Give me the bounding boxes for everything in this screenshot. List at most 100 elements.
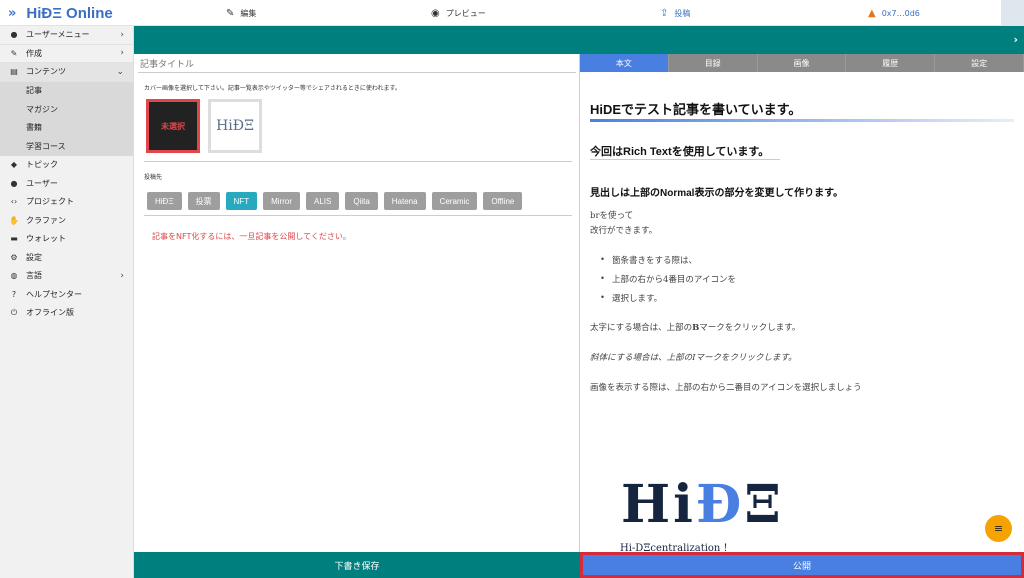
destination-button-hide[interactable]: HiĐΞ — [147, 192, 182, 210]
sidebar-item-user-menu[interactable]: ● ユーザーメニュー › — [0, 26, 133, 45]
settings-icon: ⚙ — [10, 252, 18, 262]
save-draft-button[interactable]: 下書き保存 — [134, 552, 580, 578]
sidebar-item-label: ヘルプセンター — [26, 289, 82, 299]
destination-button-nft[interactable]: NFT — [225, 192, 258, 210]
crowdfund-icon: ✋ — [9, 215, 19, 225]
sidebar-item-settings[interactable]: ⚙ 設定 — [0, 248, 133, 267]
upload-icon: ⇪ — [660, 7, 669, 19]
sidebar-sub-magazines[interactable]: マガジン — [0, 100, 133, 119]
article-title-input[interactable] — [138, 57, 576, 73]
tab-settings[interactable]: 設定 — [935, 54, 1024, 72]
sidebar-item-label: 作成 — [26, 48, 42, 58]
sidebar-sub-courses[interactable]: 学習コース — [0, 137, 133, 156]
list-item-text: 上部の右から4番目のアイコンを — [612, 275, 737, 285]
wallet-address[interactable]: ▲ 0x7…0d6 — [868, 5, 920, 21]
app-root: » HiĐΞ Online ✎ 編集 ◉ プレビュー ⇪ 投稿 ▲ 0x7…0d… — [0, 0, 1024, 578]
divider — [144, 215, 572, 216]
tab-history[interactable]: 履歴 — [846, 54, 936, 72]
brand-name[interactable]: HiĐΞ Online — [26, 5, 112, 22]
list-item-text: 選択します。 — [612, 294, 663, 304]
nav-preview[interactable]: ◉ プレビュー — [431, 5, 486, 21]
sidebar-sub-articles[interactable]: 記事 — [0, 81, 133, 100]
logo[interactable]: » HiĐΞ Online — [8, 3, 113, 23]
editor-header-bar: › — [134, 26, 1024, 54]
destination-buttons: HiĐΞ 投票 NFT Mirror ALIS Qiita Hatena Cer… — [147, 192, 528, 210]
sidebar: ● ユーザーメニュー › ✎ 作成 › ▤ コンテンツ ⌄ 記事 マガジン 書籍… — [0, 26, 134, 578]
list-item-text: 箇条書きをする際は、 — [612, 256, 698, 266]
floating-menu-button[interactable]: ≡ — [985, 515, 1012, 542]
wallet-icon: ▬ — [10, 234, 18, 244]
divider — [144, 161, 572, 162]
bold-post: マークをクリックします。 — [699, 323, 801, 333]
article-paragraph: 改行ができます。 — [590, 226, 658, 236]
edit-icon: ✎ — [226, 7, 235, 19]
globe-icon: ◍ — [10, 271, 18, 281]
sidebar-item-topics[interactable]: ◆ トピック — [0, 156, 133, 175]
destination-label: 投稿先 — [144, 174, 163, 181]
destination-button-mirror[interactable]: Mirror — [263, 192, 300, 210]
power-icon: ⏻ — [10, 307, 18, 317]
article-image-caption: Hi-DΞcentralization ! — [620, 543, 728, 552]
chevron-right-icon[interactable]: › — [1013, 33, 1018, 46]
sidebar-item-language[interactable]: ◍ 言語 › — [0, 267, 133, 286]
article-preview-panel: 本文 目録 画像 履歴 設定 HiDEでテスト記事を書いています。 今回はRic… — [580, 54, 1024, 552]
nav-post[interactable]: ⇪ 投稿 — [660, 5, 690, 21]
destination-button-qiita[interactable]: Qiita — [345, 192, 378, 210]
article-heading-1: HiDEでテスト記事を書いています。 — [590, 102, 802, 117]
menu-toggle-icon[interactable]: » — [8, 6, 17, 21]
logo-text-right: Ξ — [744, 474, 784, 535]
code-icon: ‹› — [10, 197, 18, 207]
sidebar-item-label: 言語 — [26, 271, 42, 281]
cover-option-unselected[interactable]: 未選択 — [146, 99, 200, 153]
sidebar-item-label: トピック — [26, 160, 58, 170]
bold-pre: 太字にする場合は、上部の — [590, 323, 693, 333]
sidebar-item-help[interactable]: ? ヘルプセンター — [0, 285, 133, 304]
destination-button-vote[interactable]: 投票 — [187, 192, 220, 210]
eye-icon: ◉ — [431, 7, 440, 19]
sidebar-item-wallet[interactable]: ▬ ウォレット — [0, 230, 133, 249]
sidebar-item-projects[interactable]: ‹› プロジェクト — [0, 193, 133, 212]
tab-toc[interactable]: 目録 — [668, 54, 758, 72]
sidebar-item-label: クラファン — [26, 215, 66, 225]
tab-images[interactable]: 画像 — [757, 54, 847, 72]
post-settings-panel: カバー画像を選択して下さい。記事一覧表示やツイッター等でシェアされるときに使われ… — [134, 54, 580, 552]
list-item: 上部の右から4番目のアイコンを — [600, 273, 736, 285]
sidebar-item-crowdfunding[interactable]: ✋ クラファン — [0, 211, 133, 230]
preview-tabs: 本文 目録 画像 履歴 設定 — [580, 54, 1024, 72]
article-paragraph-italic: 斜体にする場合は、上部のIマークをクリックします。 — [590, 353, 797, 363]
sidebar-item-users[interactable]: ● ユーザー — [0, 174, 133, 193]
content-icon: ▤ — [10, 67, 18, 77]
logo-text-d: Đ — [695, 474, 745, 535]
cover-unselected-label: 未選択 — [161, 121, 185, 131]
list-item: 選択します。 — [600, 292, 662, 304]
sidebar-sub-books[interactable]: 書籍 — [0, 118, 133, 137]
destination-button-alis[interactable]: ALIS — [305, 192, 340, 210]
cover-logo-label: HiĐΞ — [216, 118, 254, 134]
destination-button-ceramic[interactable]: Ceramic — [431, 192, 478, 210]
sidebar-item-label: 設定 — [26, 252, 42, 262]
sidebar-item-offline[interactable]: ⏻ オフライン版 — [0, 304, 133, 323]
sidebar-item-label: コンテンツ — [26, 67, 66, 77]
wallet-address-label: 0x7…0d6 — [881, 8, 920, 18]
nav-post-label: 投稿 — [674, 8, 691, 18]
chevron-down-icon: ⌄ — [116, 66, 124, 77]
edit-icon: ✎ — [10, 48, 18, 58]
chevron-right-icon: › — [120, 29, 124, 40]
article-heading-2: 今回はRich Textを使用しています。 — [590, 146, 770, 158]
nav-preview-label: プレビュー — [445, 8, 486, 18]
article-paragraph-bold: 太字にする場合は、上部のBマークをクリックします。 — [590, 321, 800, 333]
tab-body[interactable]: 本文 — [580, 54, 669, 72]
sidebar-item-create[interactable]: ✎ 作成 › — [0, 45, 133, 63]
user-icon: ● — [10, 30, 18, 40]
article-heading-3: 見出しは上部のNormal表示の部分を変更して作ります。 — [590, 188, 844, 199]
publish-highlight: 公開 — [580, 552, 1024, 578]
heading-underline — [590, 119, 1014, 122]
destination-button-offline[interactable]: Offline — [483, 192, 523, 210]
cover-note: カバー画像を選択して下さい。記事一覧表示やツイッター等でシェアされるときに使われ… — [144, 85, 401, 92]
publish-button[interactable]: 公開 — [583, 555, 1021, 575]
nav-edit[interactable]: ✎ 編集 — [226, 5, 256, 21]
avatar[interactable] — [1001, 0, 1024, 25]
sidebar-item-contents[interactable]: ▤ コンテンツ ⌄ — [0, 63, 133, 82]
destination-button-hatena[interactable]: Hatena — [383, 192, 426, 210]
cover-option-logo[interactable]: HiĐΞ — [208, 99, 262, 153]
